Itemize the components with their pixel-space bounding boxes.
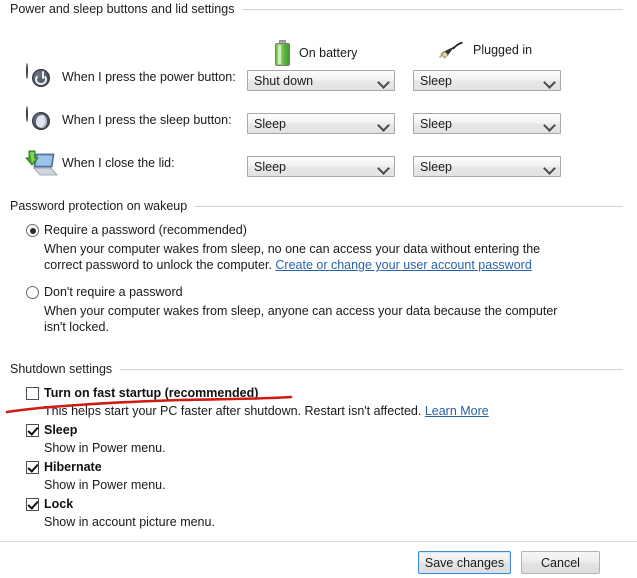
- desc-text: This helps start your PC faster after sh…: [44, 404, 425, 418]
- chevron-down-icon: [544, 161, 556, 173]
- dropdown-value: Sleep: [254, 116, 286, 131]
- checkbox-sleep[interactable]: [26, 424, 39, 437]
- checkbox-desc-hibernate: Show in Power menu.: [44, 478, 166, 492]
- checkbox-label-sleep: Sleep: [44, 423, 78, 437]
- radio-no-password[interactable]: [26, 286, 39, 299]
- section-header-shutdown-settings: Shutdown settings: [0, 362, 637, 376]
- section-header-power-buttons: Power and sleep buttons and lid settings: [0, 2, 637, 16]
- setting-label-power-button: When I press the power button:: [62, 70, 236, 84]
- dropdown-close-lid-plugged-in[interactable]: Sleep: [413, 156, 561, 177]
- column-label-plugged-in: Plugged in: [473, 43, 533, 57]
- section-rule: [120, 368, 623, 370]
- dropdown-close-lid-on-battery[interactable]: Sleep: [247, 156, 395, 177]
- create-change-password-link[interactable]: Create or change your user account passw…: [275, 258, 531, 272]
- checkbox-label-hibernate: Hibernate: [44, 460, 102, 474]
- sleep-button-icon: [26, 106, 56, 137]
- cancel-label: Cancel: [541, 555, 580, 570]
- section-title-password-protection: Password protection on wakeup: [10, 199, 188, 213]
- column-header-plugged-in: Plugged in: [438, 40, 532, 60]
- checkbox-label-fast-startup: Turn on fast startup (recommended): [44, 386, 259, 400]
- checkbox-lock[interactable]: [26, 498, 39, 511]
- chevron-down-icon: [378, 118, 390, 130]
- dropdown-value: Shut down: [254, 73, 314, 88]
- radio-desc-require-password: When your computer wakes from sleep, no …: [44, 241, 569, 273]
- dropdown-sleep-button-plugged-in[interactable]: Sleep: [413, 113, 561, 134]
- chevron-down-icon: [378, 161, 390, 173]
- dropdown-value: Sleep: [420, 116, 452, 131]
- radio-desc-no-password: When your computer wakes from sleep, any…: [44, 304, 558, 334]
- checkbox-desc-lock: Show in account picture menu.: [44, 515, 215, 529]
- dropdown-value: Sleep: [420, 159, 452, 174]
- laptop-lid-icon: [24, 148, 58, 178]
- radio-label-no-password: Don't require a password: [44, 285, 183, 299]
- chevron-down-icon: [544, 118, 556, 130]
- dropdown-value: Sleep: [420, 73, 452, 88]
- dropdown-power-button-on-battery[interactable]: Shut down: [247, 70, 395, 91]
- section-rule: [242, 8, 623, 10]
- section-title-shutdown-settings: Shutdown settings: [10, 362, 113, 376]
- checkbox-fast-startup[interactable]: [26, 387, 39, 400]
- section-header-password-protection: Password protection on wakeup: [0, 199, 637, 213]
- column-label-on-battery: On battery: [299, 46, 358, 60]
- checkbox-label-lock: Lock: [44, 497, 74, 511]
- radio-label-require-password: Require a password (recommended): [44, 223, 247, 237]
- section-title-power-buttons: Power and sleep buttons and lid settings: [10, 2, 235, 16]
- section-rule: [195, 205, 623, 207]
- checkbox-hibernate[interactable]: [26, 461, 39, 474]
- dropdown-value: Sleep: [254, 159, 286, 174]
- chevron-down-icon: [378, 75, 390, 87]
- power-button-icon: [26, 63, 56, 94]
- chevron-down-icon: [544, 75, 556, 87]
- radio-require-password[interactable]: [26, 224, 39, 237]
- column-headers: On battery Plugged in: [0, 20, 637, 66]
- learn-more-link[interactable]: Learn More: [425, 404, 489, 418]
- dropdown-power-button-plugged-in[interactable]: Sleep: [413, 70, 561, 91]
- cancel-button[interactable]: Cancel: [521, 551, 600, 574]
- checkbox-desc-fast-startup: This helps start your PC faster after sh…: [44, 404, 489, 418]
- save-changes-button[interactable]: Save changes: [418, 551, 511, 574]
- save-changes-label: Save changes: [424, 555, 505, 570]
- setting-label-sleep-button: When I press the sleep button:: [62, 113, 232, 127]
- plug-icon: [438, 40, 464, 60]
- footer-divider: [0, 541, 637, 542]
- setting-label-close-lid: When I close the lid:: [62, 156, 175, 170]
- power-options-panel: Power and sleep buttons and lid settings…: [0, 0, 637, 578]
- checkbox-desc-sleep: Show in Power menu.: [44, 441, 166, 455]
- dropdown-sleep-button-on-battery[interactable]: Sleep: [247, 113, 395, 134]
